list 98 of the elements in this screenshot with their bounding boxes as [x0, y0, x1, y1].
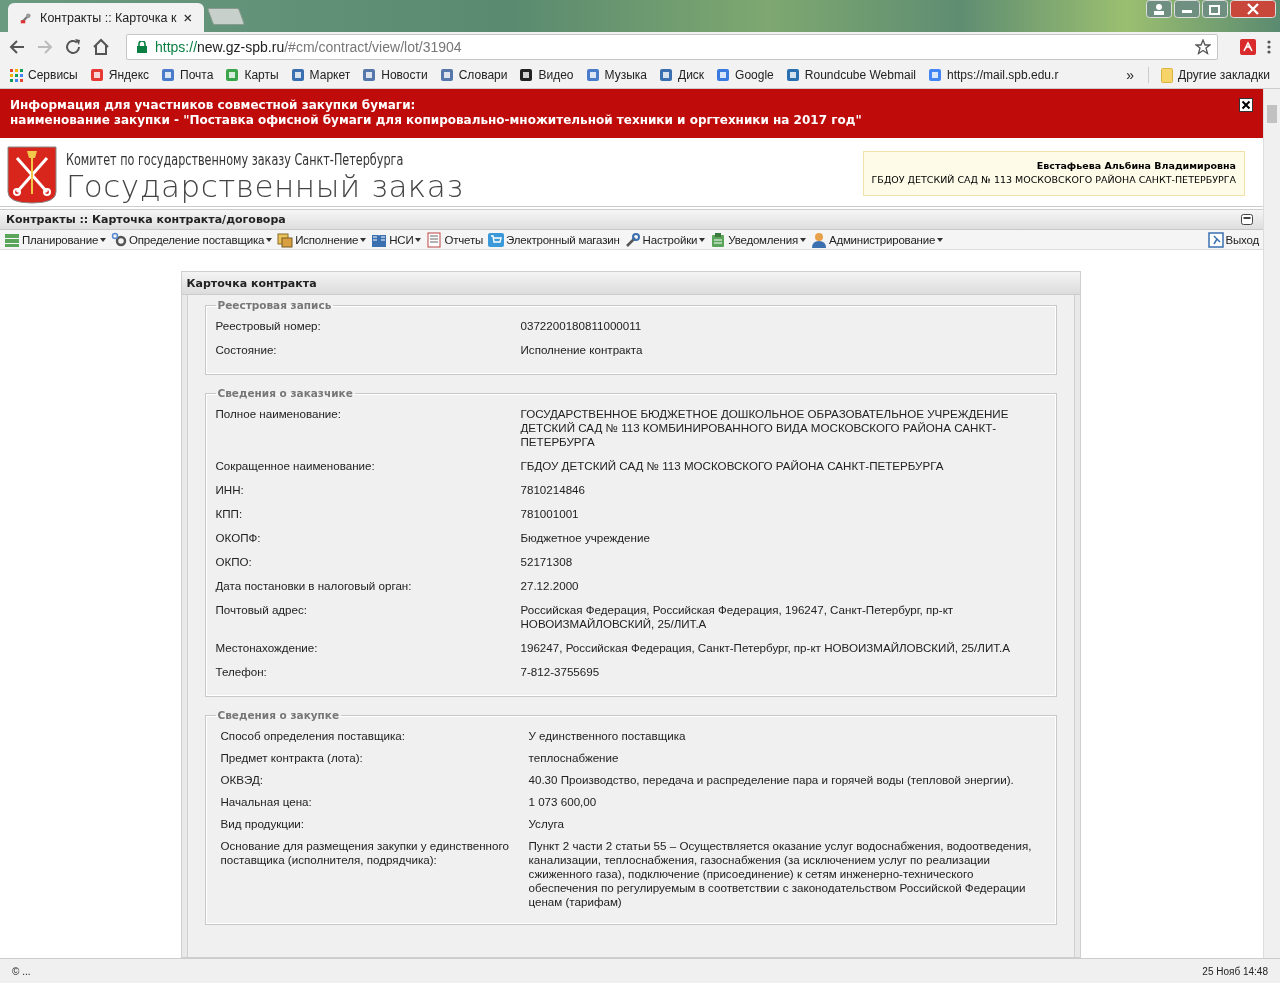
bookmark[interactable]: Новости	[362, 68, 428, 82]
server-icon	[4, 231, 20, 248]
field-label: Способ определения поставщика:	[220, 729, 406, 743]
section-title: Сведения о заказчике	[216, 387, 354, 399]
card-title: Карточка контракта	[181, 272, 1080, 295]
overflow-button[interactable]: »	[1126, 67, 1150, 83]
section-title: Реестровая запись	[216, 299, 333, 311]
scrollbar[interactable]	[1263, 89, 1280, 958]
minimize-icon[interactable]	[1174, 0, 1200, 18]
menu-item[interactable]: Исполнение	[277, 231, 367, 248]
field-label: Местонахождение:	[215, 641, 319, 655]
menu-item[interactable]: Определение поставщика	[111, 231, 273, 248]
field-label: Основание для размещения закупки у единственного поставщика (исполнителя, подрядчика):	[220, 839, 510, 868]
field-label: ОКВЭД:	[220, 773, 265, 787]
field-value: Российская Федерация, Российская Федерация, 196247, Санкт-Петербург, пр-кт НОВОИЗМАЙЛОВСКИЙ, 25/ЛИТ.А	[520, 603, 955, 631]
bookmark[interactable]: Маркет	[290, 68, 351, 82]
user-icon	[810, 231, 827, 248]
menu-item[interactable]: Планирование	[4, 231, 107, 248]
field-label: Сокращенное наименование:	[215, 459, 376, 473]
field-value: 40.30 Производство, передача и распределение пара и горячей воды (тепловой энергии).	[528, 773, 1015, 787]
site-subtitle: Комитет по государственному заказу Санкт-Петербурга	[66, 150, 404, 169]
field-value: Пункт 2 части 2 статьи 55 – Осуществляется оказание услуг водоснабжения, водоотведения, канализации, теплоснабжения, газоснабжения (за исключением услуг по реализации сжиженного газа), подключение (присоединение) к сетям инженерно-технического обеспечения по регулируемым в соответствии с законодательством Российской Федерации ценам (тарифам)	[528, 839, 1033, 909]
menu-item[interactable]: НСИ	[371, 231, 422, 248]
field-value: Услуга	[528, 817, 565, 831]
coat-of-arms-icon	[7, 146, 57, 204]
address-bar[interactable]: https://new.gz-spb.ru/#cm/contract/view/lot/31904	[126, 34, 1218, 60]
lock-icon	[137, 41, 147, 53]
section-title: Сведения о закупке	[216, 709, 341, 721]
restore-icon[interactable]	[1202, 0, 1228, 18]
field-label: Вид продукции:	[220, 817, 306, 831]
bookmark[interactable]: https://mail.spb.edu.r	[928, 68, 1059, 82]
close-icon[interactable]	[1239, 98, 1253, 112]
field-value: 52171308	[520, 555, 574, 569]
documents-icon	[277, 231, 294, 248]
star-icon[interactable]	[1195, 39, 1211, 55]
field-value: теплоснабжение	[528, 751, 620, 765]
user-name: Евстафьева Альбина Владимировна	[1035, 159, 1236, 173]
field-label: Телефон:	[215, 665, 268, 679]
menu-item[interactable]: Настройки	[624, 231, 706, 248]
tab-title: Контракты :: Карточка к	[40, 10, 177, 25]
extension-icon[interactable]	[1240, 39, 1256, 55]
field-label: КПП:	[215, 507, 244, 521]
back-icon[interactable]	[8, 38, 26, 56]
field-value: ГБДОУ ДЕТСКИЙ САД № 113 МОСКОВСКОГО РАЙОНА САНКТ-ПЕТЕРБУРГА	[520, 459, 945, 473]
browser-tab[interactable]: Контракты :: Карточка к	[8, 3, 204, 32]
field-value: 196247, Российская Федерация, Санкт-Петербург, пр-кт НОВОИЗМАЙЛОВСКИЙ, 25/ЛИТ.А	[520, 641, 1011, 655]
field-label: ОКОПФ:	[215, 531, 262, 545]
bookmark[interactable]: Словари	[439, 68, 508, 82]
bookmark[interactable]: Видео	[519, 68, 574, 82]
field-label: Предмет контракта (лота):	[220, 751, 364, 765]
field-label: ОКПО:	[215, 555, 253, 569]
collapse-icon[interactable]	[1241, 214, 1253, 226]
field-label: Состояние:	[215, 343, 278, 357]
field-value: Исполнение контракта	[520, 343, 644, 357]
more-icon[interactable]	[1266, 39, 1272, 55]
field-label: Реестровый номер:	[215, 319, 322, 333]
field-value: 1 073 600,00	[528, 795, 598, 809]
status-text: © ...	[12, 965, 31, 977]
field-value: 7-812-3755695	[520, 665, 601, 679]
url-text: https://new.gz-spb.ru/#cm/contract/view/lot/31904	[155, 39, 463, 55]
bookmark[interactable]: Музыка	[585, 68, 647, 82]
logout-button[interactable]: Выход	[1207, 231, 1259, 248]
field-value: 0372200180811000011	[520, 319, 643, 333]
field-value: Бюджетное учреждение	[520, 531, 651, 545]
folder-icon	[1161, 67, 1174, 83]
status-clock: 25 Нояб 14:48	[1202, 965, 1268, 977]
field-label: Дата постановки в налоговый орган:	[215, 579, 413, 593]
gears-icon	[111, 231, 128, 248]
menu-item[interactable]: Электронный магазин	[488, 231, 620, 248]
site-title: Государственный заказ	[66, 169, 465, 203]
bookmark[interactable]: Яндекс	[89, 68, 150, 82]
field-value: 7810214846	[520, 483, 586, 497]
page-title: Контракты :: Карточка контракта/договора	[6, 213, 286, 227]
notice-text: Информация для участников совместной закупки бумаги: наименование закупки - "Поставка офисной бумаги для копировально-множительной техники и оргтехники на 2017 год"	[10, 98, 862, 128]
bookmark[interactable]: Диск	[659, 68, 705, 82]
reload-icon[interactable]	[64, 38, 82, 56]
bookmark[interactable]: Карты	[225, 68, 279, 82]
bookmark[interactable]: Google	[716, 68, 774, 82]
bookmark[interactable]: Roundcube Webmail	[785, 68, 916, 82]
field-value: У единственного поставщика	[528, 729, 687, 743]
field-label: Полное наименование:	[215, 407, 342, 422]
field-value: 27.12.2000	[520, 579, 580, 593]
menu-item[interactable]: Уведомления	[710, 231, 806, 248]
bookmark-folder[interactable]: Другие закладки	[1161, 67, 1270, 83]
bookmark[interactable]: Сервисы	[10, 68, 78, 82]
user-organization: ГБДОУ ДЕТСКИЙ САД № 113 МОСКОВСКОГО РАЙОНА САНКТ-ПЕТЕРБУРГА	[871, 173, 1236, 187]
home-icon[interactable]	[92, 38, 110, 56]
apps-icon	[10, 68, 23, 82]
menu-item[interactable]: Отчеты	[426, 231, 484, 248]
close-icon[interactable]	[184, 12, 192, 23]
field-label: Почтовый адрес:	[215, 603, 308, 618]
menu-item[interactable]: Администрирование	[810, 231, 944, 248]
bookmark[interactable]: Почта	[161, 68, 214, 82]
profile-icon[interactable]	[1146, 0, 1172, 18]
field-label: ИНН:	[215, 483, 245, 497]
field-label: Начальная цена:	[220, 795, 313, 809]
field-value: ГОСУДАРСТВЕННОЕ БЮДЖЕТНОЕ ДОШКОЛЬНОЕ ОБРАЗОВАТЕЛЬНОЕ УЧРЕЖДЕНИЕ ДЕТСКИЙ САД № 113 КОМБИНИРОВАННОГО ВИДА МОСКОВСКОГО РАЙОНА САНКТ-ПЕТЕРБУРГА	[520, 407, 1010, 449]
field-value: 781001001	[520, 507, 580, 521]
